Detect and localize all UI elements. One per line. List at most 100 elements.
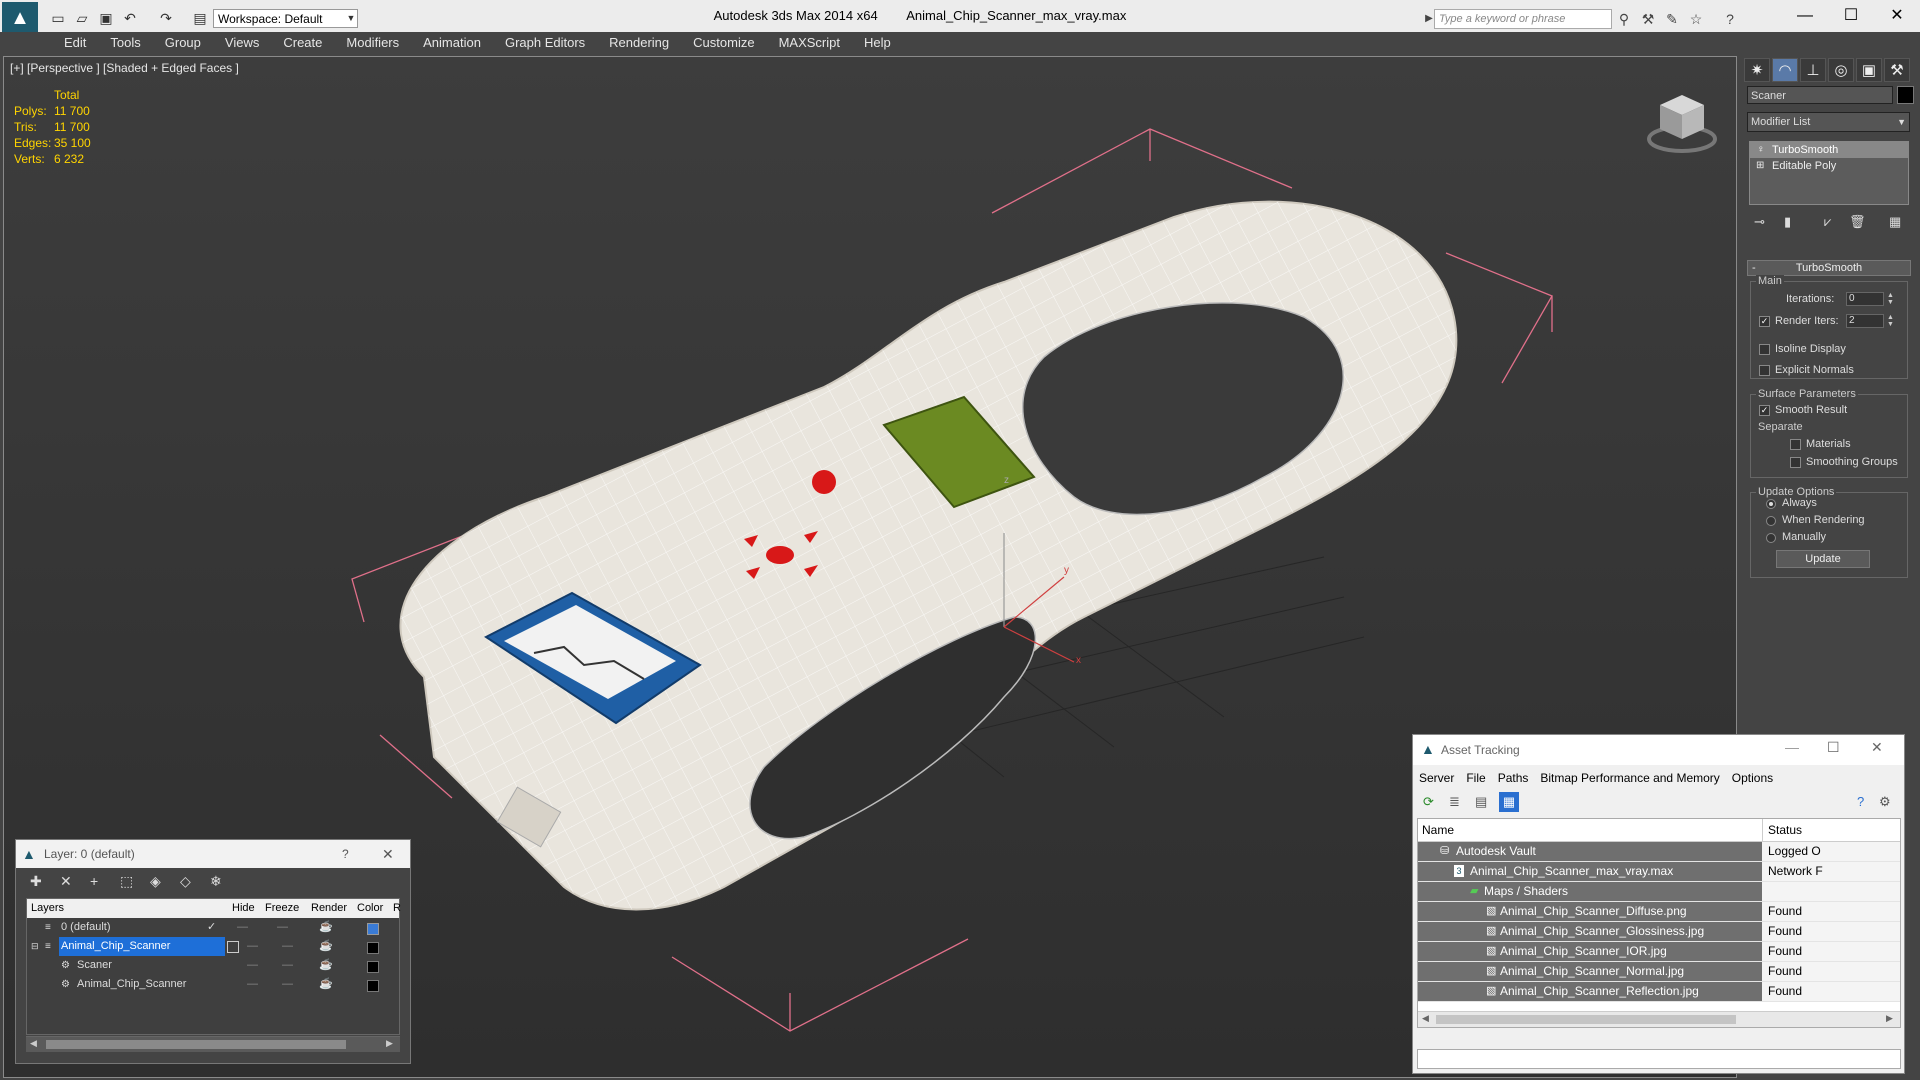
hide-toggle[interactable]: — <box>247 975 258 994</box>
layer-color-swatch[interactable] <box>367 923 379 935</box>
iterations-spinner[interactable]: 0 <box>1846 292 1884 306</box>
spinner-arrows-icon[interactable]: ▲ ▼ <box>1886 292 1895 306</box>
modifier-list-dropdown[interactable]: Modifier List ▼ <box>1747 112 1910 132</box>
col-hide[interactable]: Hide <box>232 899 255 918</box>
active-layer-box[interactable] <box>227 941 239 953</box>
display-tab-icon[interactable]: ▣ <box>1856 58 1882 82</box>
close-icon[interactable]: ✕ <box>382 840 394 868</box>
new-file-icon[interactable]: ▭ <box>48 9 68 27</box>
asset-menu-bitmap-performance[interactable]: Bitmap Performance and Memory <box>1540 768 1719 788</box>
minimize-button[interactable]: — <box>1782 0 1828 32</box>
col-status[interactable]: Status <box>1768 819 1802 841</box>
highlight-layer-icon[interactable]: ◈ <box>150 873 161 890</box>
render-iters-checkbox[interactable]: ✓ <box>1759 316 1770 327</box>
viewcube[interactable] <box>1644 87 1720 157</box>
menu-tools[interactable]: Tools <box>98 32 152 54</box>
asset-path-field[interactable] <box>1417 1049 1901 1069</box>
menu-edit[interactable]: Edit <box>52 32 98 54</box>
scrollbar-thumb[interactable] <box>46 1040 346 1049</box>
hide-all-icon[interactable]: ◇ <box>180 873 191 890</box>
scroll-right-icon[interactable]: ▶ <box>1886 1013 1893 1024</box>
object-row[interactable]: ⚙ Animal_Chip_Scanner — — ☕ <box>27 975 399 994</box>
search-input[interactable]: Type a keyword or phrase <box>1434 9 1612 29</box>
smoothing-groups-checkbox[interactable] <box>1790 457 1801 468</box>
chevron-down-icon[interactable]: ▼ <box>344 9 358 28</box>
motion-tab-icon[interactable]: ◎ <box>1828 58 1854 82</box>
turbosmooth-rollout-header[interactable]: - TurboSmooth <box>1747 260 1911 276</box>
freeze-toggle[interactable]: — <box>282 975 293 994</box>
project-folder-icon[interactable]: ▤ <box>190 9 210 27</box>
object-color-swatch[interactable] <box>367 961 379 973</box>
freeze-toggle[interactable]: — <box>282 956 293 975</box>
asset-row[interactable]: ▧ Animal_Chip_Scanner_Normal.jpg Found <box>1418 962 1900 982</box>
manually-radio[interactable] <box>1766 533 1776 543</box>
pin-stack-icon[interactable]: ⊸ <box>1754 214 1765 230</box>
scroll-left-icon[interactable]: ◀ <box>30 1038 37 1049</box>
col-render[interactable]: Render <box>311 899 347 918</box>
freeze-all-icon[interactable]: ❄ <box>210 873 222 890</box>
help-icon[interactable]: ? <box>1720 10 1740 28</box>
asset-row[interactable]: ▧ Animal_Chip_Scanner_Diffuse.png Found <box>1418 902 1900 922</box>
lightbulb-icon[interactable]: ♀ <box>1757 142 1765 158</box>
asset-row[interactable]: ▰ Maps / Shaders <box>1418 882 1900 902</box>
layer-row[interactable]: ≡ 0 (default) ✓ — — ☕ <box>27 918 399 937</box>
remove-modifier-icon[interactable]: 🗑 <box>1849 214 1866 230</box>
asset-menu-paths[interactable]: Paths <box>1498 768 1529 788</box>
modify-tab-icon[interactable]: ◠ <box>1772 58 1798 82</box>
viewport-label[interactable]: [+] [Perspective ] [Shaded + Edged Faces… <box>10 61 239 75</box>
column-divider[interactable] <box>1762 819 1763 841</box>
object-color-swatch[interactable] <box>367 980 379 992</box>
stack-item-turbosmooth[interactable]: ♀ TurboSmooth <box>1750 142 1908 158</box>
table-view-icon[interactable]: ▦ <box>1499 792 1519 812</box>
update-button[interactable]: Update <box>1776 550 1870 568</box>
menu-help[interactable]: Help <box>852 32 903 54</box>
object-row[interactable]: ⚙ Scaner — — ☕ <box>27 956 399 975</box>
menu-customize[interactable]: Customize <box>681 32 766 54</box>
save-file-icon[interactable]: ▣ <box>96 9 116 27</box>
hide-toggle[interactable]: — <box>247 937 258 956</box>
spinner-arrows-icon[interactable]: ▲ ▼ <box>1886 314 1895 328</box>
settings-icon[interactable]: ⚙ <box>1879 794 1891 810</box>
configure-sets-icon[interactable]: ▦ <box>1889 214 1901 230</box>
render-teapot-icon[interactable]: ☕ <box>319 937 333 956</box>
asset-row[interactable]: ⛁ Autodesk Vault Logged O <box>1418 842 1900 862</box>
menu-graph-editors[interactable]: Graph Editors <box>493 32 597 54</box>
menu-rendering[interactable]: Rendering <box>597 32 681 54</box>
freeze-toggle[interactable]: — <box>282 937 293 956</box>
subscription-icon[interactable]: ⚒ <box>1638 10 1658 28</box>
collapse-minus-icon[interactable]: ⊟ <box>31 937 39 956</box>
menu-group[interactable]: Group <box>153 32 213 54</box>
explicit-normals-checkbox[interactable] <box>1759 365 1770 376</box>
asset-row[interactable]: ▧ Animal_Chip_Scanner_Glossiness.jpg Fou… <box>1418 922 1900 942</box>
object-color-swatch[interactable] <box>1897 86 1914 104</box>
asset-menu-options[interactable]: Options <box>1732 768 1773 788</box>
undo-icon[interactable]: ↶ <box>120 9 140 27</box>
scrollbar-thumb[interactable] <box>1436 1015 1736 1024</box>
show-end-result-icon[interactable]: ▮ <box>1784 214 1791 230</box>
help-button[interactable]: ? <box>342 840 349 868</box>
render-teapot-icon[interactable]: ☕ <box>319 975 333 994</box>
stack-item-editable-poly[interactable]: ⊞ Editable Poly <box>1750 158 1908 174</box>
favorites-star-icon[interactable]: ☆ <box>1686 10 1706 28</box>
render-teapot-icon[interactable]: ☕ <box>319 918 333 937</box>
help-icon[interactable]: ? <box>1857 794 1864 809</box>
always-radio[interactable] <box>1766 499 1776 509</box>
app-menu-button[interactable]: ▲ <box>2 2 38 35</box>
col-color[interactable]: Color <box>357 899 383 918</box>
layer-color-swatch[interactable] <box>367 942 379 954</box>
delete-layer-icon[interactable]: ✕ <box>60 873 72 890</box>
col-freeze[interactable]: Freeze <box>265 899 299 918</box>
horizontal-scrollbar[interactable]: ◀ ▶ <box>26 1036 400 1052</box>
menu-maxscript[interactable]: MAXScript <box>767 32 852 54</box>
workspace-dropdown[interactable]: Workspace: Default <box>213 9 358 28</box>
binoculars-icon[interactable]: ⚲ <box>1614 10 1634 28</box>
menu-modifiers[interactable]: Modifiers <box>334 32 411 54</box>
minimize-button[interactable]: — <box>1785 739 1799 755</box>
menu-views[interactable]: Views <box>213 32 271 54</box>
layer-dialog-title-bar[interactable]: ▲ Layer: 0 (default) ? ✕ <box>16 840 410 868</box>
smooth-result-checkbox[interactable]: ✓ <box>1759 405 1770 416</box>
utilities-tab-icon[interactable]: ⚒ <box>1884 58 1910 82</box>
communication-icon[interactable]: ✎ <box>1662 10 1682 28</box>
menu-create[interactable]: Create <box>271 32 334 54</box>
asset-dialog-title-bar[interactable]: ▲ Asset Tracking — ☐ ✕ <box>1413 735 1904 765</box>
